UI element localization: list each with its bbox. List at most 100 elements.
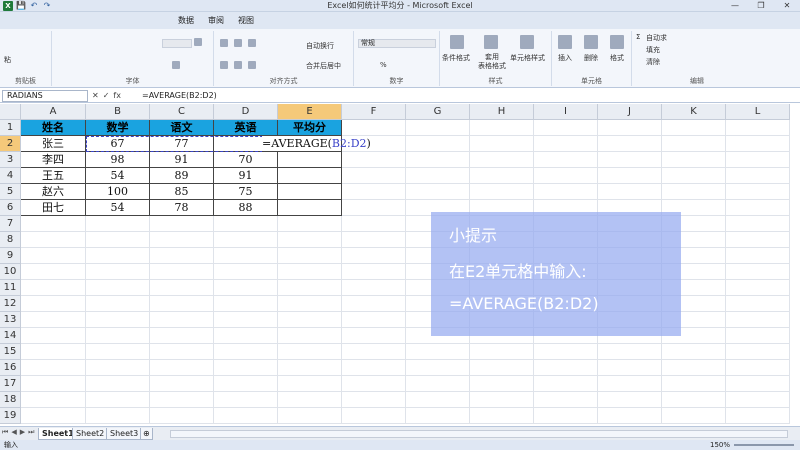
cell[interactable]	[214, 248, 278, 264]
data-cell[interactable]: 田七	[21, 200, 86, 216]
align-left-icon[interactable]	[220, 61, 228, 69]
cell[interactable]	[470, 152, 534, 168]
cell[interactable]	[534, 184, 598, 200]
cell[interactable]	[214, 408, 278, 424]
cell[interactable]	[598, 392, 662, 408]
cell[interactable]	[726, 360, 790, 376]
cell[interactable]	[150, 232, 214, 248]
cell[interactable]	[662, 168, 726, 184]
data-cell[interactable]	[278, 200, 342, 216]
cell[interactable]	[406, 168, 470, 184]
sheet-tab-2[interactable]: Sheet2	[72, 428, 109, 440]
cell[interactable]	[534, 376, 598, 392]
cell[interactable]	[342, 408, 406, 424]
data-cell[interactable]: 张三	[21, 136, 86, 152]
cell[interactable]	[278, 232, 342, 248]
restore-button[interactable]: ❐	[748, 0, 774, 12]
data-cell[interactable]: 98	[86, 152, 150, 168]
cell[interactable]	[726, 168, 790, 184]
cell[interactable]	[150, 376, 214, 392]
column-header-h[interactable]: H	[470, 104, 534, 120]
data-cell[interactable]: 78	[150, 200, 214, 216]
cell[interactable]	[21, 376, 86, 392]
cell[interactable]	[150, 408, 214, 424]
row-header-8[interactable]: 8	[0, 232, 21, 248]
cell[interactable]	[214, 312, 278, 328]
cell[interactable]	[406, 184, 470, 200]
data-cell[interactable]: 王五	[21, 168, 86, 184]
cell[interactable]	[150, 360, 214, 376]
cell[interactable]	[214, 280, 278, 296]
cell[interactable]	[21, 216, 86, 232]
cell[interactable]	[598, 376, 662, 392]
cell[interactable]	[21, 232, 86, 248]
name-box[interactable]: RADIANS	[2, 90, 88, 102]
row-header-12[interactable]: 12	[0, 296, 21, 312]
row-header-18[interactable]: 18	[0, 392, 21, 408]
cell[interactable]	[726, 312, 790, 328]
cell[interactable]	[470, 408, 534, 424]
cell[interactable]	[598, 408, 662, 424]
autosum-icon[interactable]: Σ	[636, 33, 640, 41]
row-header-19[interactable]: 19	[0, 408, 21, 424]
cell[interactable]	[86, 264, 150, 280]
cell[interactable]	[214, 264, 278, 280]
cell[interactable]	[662, 408, 726, 424]
column-header-i[interactable]: I	[534, 104, 598, 120]
wrap-text-button[interactable]: 自动换行	[306, 41, 334, 51]
row-header-1[interactable]: 1	[0, 120, 21, 136]
close-button[interactable]: ✕	[774, 0, 800, 12]
cell[interactable]	[534, 136, 598, 152]
table-format-button[interactable]: 套用 表格格式	[478, 53, 506, 71]
cell[interactable]	[342, 344, 406, 360]
cell[interactable]	[150, 328, 214, 344]
cell[interactable]	[21, 296, 86, 312]
column-header-a[interactable]: A	[21, 104, 86, 120]
column-header-k[interactable]: K	[662, 104, 726, 120]
cell[interactable]	[598, 360, 662, 376]
cell[interactable]	[342, 328, 406, 344]
delete-icon[interactable]	[584, 35, 598, 49]
cell[interactable]	[21, 264, 86, 280]
column-header-b[interactable]: B	[86, 104, 150, 120]
cell[interactable]	[342, 360, 406, 376]
data-cell[interactable]: 李四	[21, 152, 86, 168]
cell[interactable]	[598, 136, 662, 152]
cell[interactable]	[86, 360, 150, 376]
data-cell[interactable]	[278, 168, 342, 184]
cell[interactable]	[726, 408, 790, 424]
minimize-button[interactable]: —	[722, 0, 748, 12]
cancel-formula-icon[interactable]: ✕	[92, 90, 99, 102]
row-header-13[interactable]: 13	[0, 312, 21, 328]
cell[interactable]	[662, 344, 726, 360]
cell[interactable]	[86, 344, 150, 360]
cell[interactable]	[150, 248, 214, 264]
cell[interactable]	[342, 280, 406, 296]
table-format-icon[interactable]	[484, 35, 498, 49]
row-header-17[interactable]: 17	[0, 376, 21, 392]
cell[interactable]	[150, 280, 214, 296]
data-cell[interactable]: 54	[86, 200, 150, 216]
cell[interactable]	[21, 392, 86, 408]
cell-styles-button[interactable]: 单元格样式	[510, 53, 545, 63]
data-cell[interactable]: 67	[86, 136, 150, 152]
cell[interactable]	[278, 216, 342, 232]
cell[interactable]	[342, 232, 406, 248]
cell[interactable]	[278, 264, 342, 280]
cell[interactable]	[342, 168, 406, 184]
cell[interactable]	[150, 264, 214, 280]
tab-review[interactable]: 审阅	[208, 15, 224, 26]
data-cell[interactable]: 88	[214, 200, 278, 216]
cell[interactable]	[86, 216, 150, 232]
row-header-5[interactable]: 5	[0, 184, 21, 200]
cell[interactable]	[278, 312, 342, 328]
row-header-2[interactable]: 2	[0, 136, 21, 152]
cell[interactable]	[214, 232, 278, 248]
cell[interactable]	[86, 232, 150, 248]
cell[interactable]	[662, 184, 726, 200]
autosum-button[interactable]: 自动求	[646, 33, 667, 43]
cell[interactable]	[470, 392, 534, 408]
cell[interactable]	[470, 168, 534, 184]
cell[interactable]	[598, 344, 662, 360]
cell[interactable]	[726, 248, 790, 264]
